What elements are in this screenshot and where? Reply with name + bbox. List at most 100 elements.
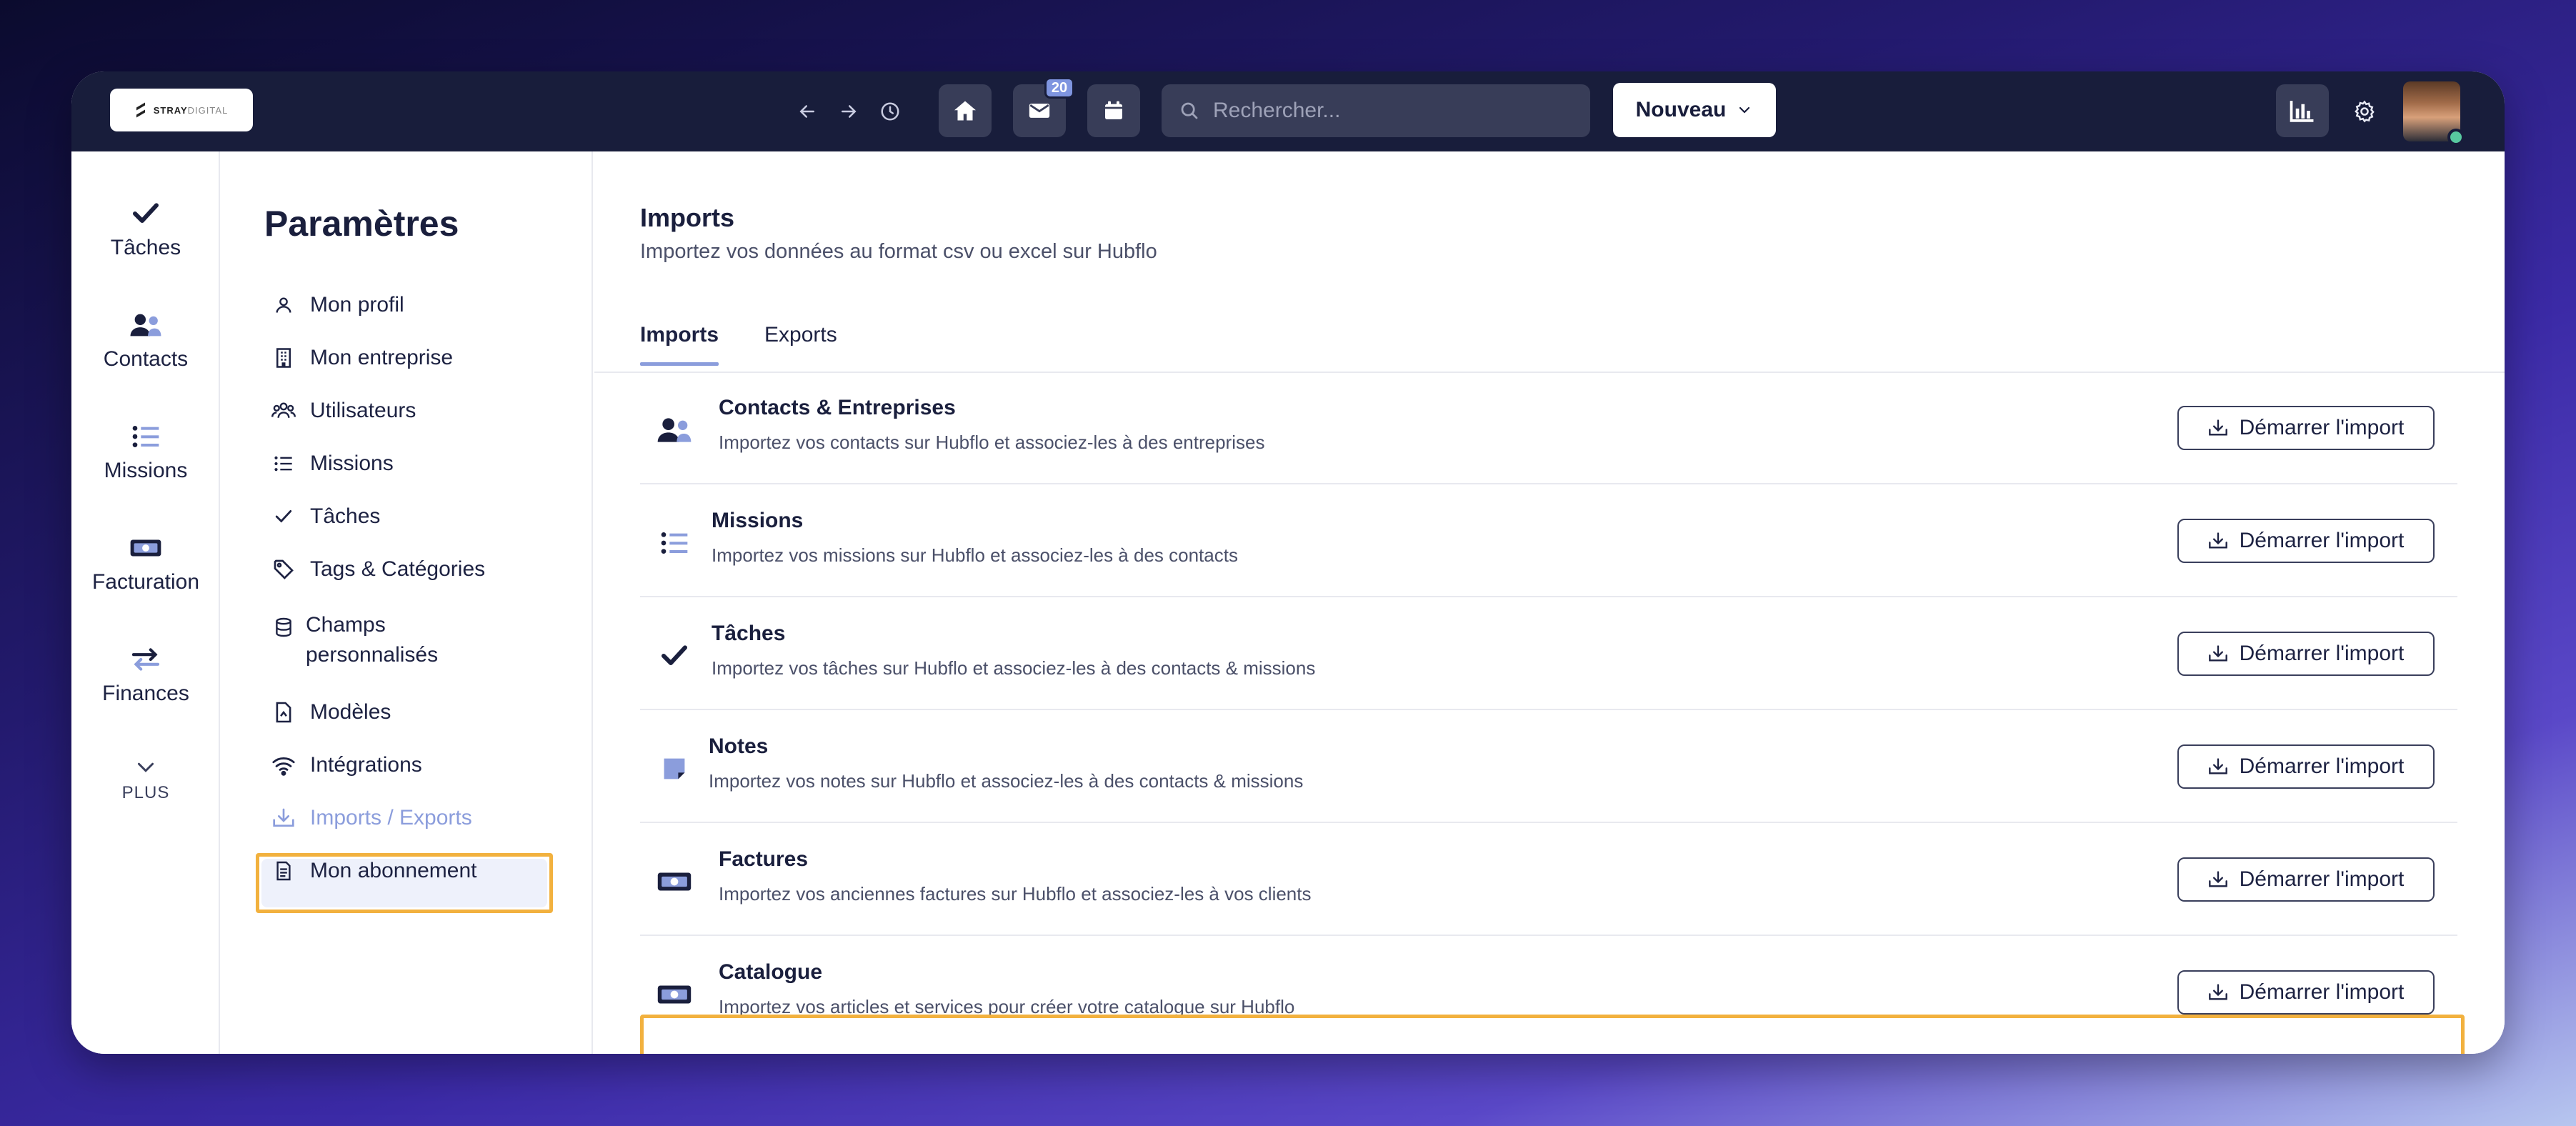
settings-item-label: Modèles [310,700,391,724]
highlight-box-catalogue [640,1015,2465,1054]
rail-item-contacts[interactable]: Contacts [71,313,220,372]
import-row-description: Importez vos anciennes factures sur Hubf… [719,883,1312,905]
settings-item-tags[interactable]: Tags & Catégories [271,557,485,582]
page-title: Imports [640,203,735,232]
import-row-description: Importez vos missions sur Hubflo et asso… [712,544,1238,566]
rail-item-finances[interactable]: Finances [71,647,220,706]
settings-item-imports-exports[interactable]: Imports / Exports [271,806,472,830]
settings-item-label: Mon profil [310,293,404,317]
rail-more[interactable]: PLUS [71,759,220,803]
rail-label: Contacts [103,347,189,371]
users-icon [656,414,693,446]
search-icon [1181,102,1198,119]
tab-exports[interactable]: Exports [764,323,837,366]
settings-item-label-line1: Champs [306,613,386,637]
file-icon [276,702,291,723]
rail-more-label: PLUS [121,783,170,802]
forward-arrow-icon[interactable] [827,90,870,133]
check-icon [656,640,693,672]
top-bar: STRAYDIGITAL 20 Rechercher... Nouveau [71,71,2505,151]
settings-item-label: Missions [310,452,394,475]
calendar-button[interactable] [1087,84,1140,137]
wifi-icon [272,757,295,776]
users-icon [130,314,161,337]
search-bar[interactable] [1162,84,1590,137]
start-import-label: Démarrer l'import [2239,867,2405,891]
import-row-title: Contacts & Entreprises [719,396,956,419]
check-icon [275,510,292,523]
start-import-button[interactable]: Démarrer l'import [2177,857,2435,902]
user-icon [276,297,291,313]
settings-item-label: Tags & Catégories [310,557,486,581]
highlight-box-imports-exports [256,853,553,913]
note-icon [656,753,693,784]
start-import-button[interactable]: Démarrer l'import [2177,519,2435,563]
start-import-button[interactable]: Démarrer l'import [2177,632,2435,676]
settings-gear-icon[interactable] [2343,90,2386,133]
online-status-dot [2447,129,2465,146]
list-icon [274,456,292,472]
settings-item-champs[interactable]: Champs personnalisés [271,610,438,670]
start-import-button[interactable]: Démarrer l'import [2177,970,2435,1015]
settings-title: Paramètres [264,204,459,244]
import-icon [2208,758,2227,774]
brand-name-light: DIGITAL [187,104,229,116]
import-icon [2208,419,2227,436]
rail-label: Finances [102,682,189,705]
chevron-down-icon [137,762,154,772]
main-nav-rail: Tâches Contacts Missions Facturation Fin… [71,151,220,1054]
rail-item-missions[interactable]: Missions [71,424,220,483]
banknote-icon [130,539,161,557]
settings-item-integrations[interactable]: Intégrations [271,753,422,777]
list-icon [132,426,159,447]
import-icon [273,808,294,827]
search-input[interactable] [1213,99,1570,123]
brand-logo[interactable]: STRAYDIGITAL [110,89,253,131]
import-row-title: Factures [719,847,809,871]
start-import-button[interactable]: Démarrer l'import [2177,744,2435,789]
user-avatar[interactable] [2403,81,2465,146]
banknote-icon [656,866,693,897]
rail-label: Missions [104,459,188,482]
import-icon [2208,984,2227,1000]
transfer-icon [131,648,160,671]
settings-item-label: Mon entreprise [310,346,454,369]
import-row-description: Importez vos contacts sur Hubflo et asso… [719,432,1265,453]
start-import-button[interactable]: Démarrer l'import [2177,406,2435,450]
new-button[interactable]: Nouveau [1613,83,1776,137]
rail-item-facturation[interactable]: Facturation [71,536,220,594]
logo-mark [135,99,146,121]
import-row-taches: Tâches Importez vos tâches sur Hubflo et… [640,599,2457,710]
settings-item-missions[interactable]: Missions [271,452,394,476]
settings-item-utilisateurs[interactable]: Utilisateurs [271,399,416,423]
back-arrow-icon[interactable] [786,90,829,133]
rail-label: Facturation [91,570,200,594]
import-row-missions: Missions Importez vos missions sur Hubfl… [640,486,2457,597]
list-icon [656,527,693,559]
import-row-title: Missions [712,509,804,532]
settings-item-mon-profil[interactable]: Mon profil [271,293,404,317]
home-button[interactable] [939,84,992,137]
building-icon [276,348,291,368]
inbox-button[interactable]: 20 [1013,77,1074,137]
bar-chart-icon [2290,101,2314,122]
mail-icon [1029,104,1050,118]
analytics-button[interactable] [2276,84,2329,137]
import-icon [2208,645,2227,662]
import-row-title: Catalogue [719,960,823,984]
settings-item-modeles[interactable]: Modèles [271,700,391,724]
import-row-title: Tâches [712,622,786,645]
settings-item-taches[interactable]: Tâches [271,504,380,529]
import-icon [2208,532,2227,549]
import-row-title: Notes [709,734,769,758]
settings-item-label: Intégrations [310,753,422,777]
page-subtitle: Importez vos données au format csv ou ex… [640,240,1157,263]
import-row-contacts: Contacts & Entreprises Importez vos cont… [640,373,2457,484]
main-content: Imports Importez vos données au format c… [594,151,2505,1054]
settings-item-mon-entreprise[interactable]: Mon entreprise [271,346,453,370]
rail-item-taches[interactable]: Tâches [71,201,220,260]
banknote-icon [656,979,693,1010]
settings-sidebar: Paramètres Mon profil Mon entreprise Uti… [221,151,593,1054]
history-clock-icon[interactable] [869,90,912,133]
tab-imports[interactable]: Imports [640,323,719,366]
